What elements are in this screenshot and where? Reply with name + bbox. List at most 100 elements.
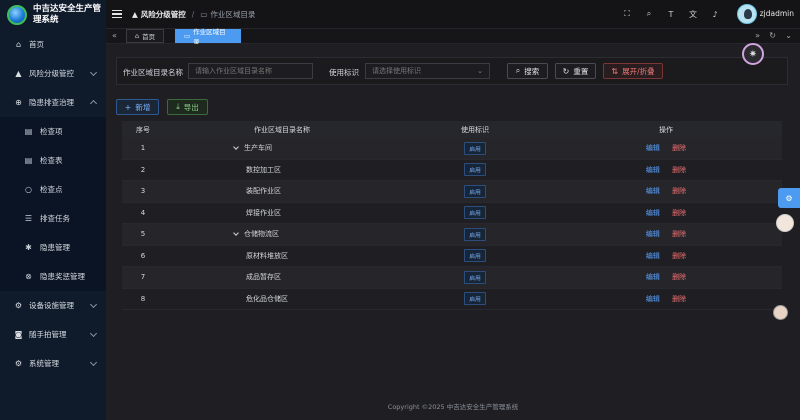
edit-link[interactable]: 编辑: [646, 209, 660, 217]
name-search-input[interactable]: 请输入作业区域目录名称: [188, 63, 313, 79]
hamburger-icon[interactable]: [112, 9, 122, 19]
delete-link[interactable]: 删除: [672, 295, 686, 303]
sidebar-item-hazard[interactable]: ⊕ 隐患排查治理: [0, 88, 106, 117]
sidebar-item-label: 设备设施管理: [29, 301, 74, 310]
font-size-icon[interactable]: T: [666, 9, 676, 19]
sidebar-item-label: 检查项: [40, 127, 63, 136]
gear-icon: ⚙: [14, 301, 23, 310]
edit-link[interactable]: 编辑: [646, 166, 660, 174]
sidebar: 中吉达安全生产管理系统 ⌂ 首页 ▲ 风险分级管控 ⊕ 隐患排查治理 ▤ 检查项…: [0, 0, 106, 420]
table-row[interactable]: 8 危化品仓储区 启用 编辑 删除: [122, 289, 782, 310]
logo[interactable]: 中吉达安全生产管理系统: [0, 0, 106, 30]
button-label: 新增: [135, 102, 151, 112]
edit-link[interactable]: 编辑: [646, 273, 660, 281]
flag-select[interactable]: 请选择使用标识 ⌄: [365, 63, 490, 79]
avatar[interactable]: [737, 4, 757, 24]
fullscreen-icon[interactable]: ⛶: [622, 9, 632, 19]
table-row[interactable]: 4 焊接作业区 启用 编辑 删除: [122, 203, 782, 224]
sidebar-menu: ⌂ 首页 ▲ 风险分级管控 ⊕ 隐患排查治理 ▤ 检查项 ▤ 检查表 ○ 检查点…: [0, 30, 106, 378]
camera-icon: ◙: [14, 330, 23, 339]
table-row[interactable]: 7 成品暂存区 启用 编辑 删除: [122, 267, 782, 289]
side-settings-icon[interactable]: ⚙: [778, 188, 800, 208]
username[interactable]: zjdadmin: [760, 9, 794, 18]
cell-name: 数控加工区: [164, 165, 400, 175]
search-icon[interactable]: ⌕: [644, 9, 654, 19]
status-badge: 启用: [464, 184, 486, 198]
delete-link[interactable]: 删除: [672, 230, 686, 238]
sidebar-subitem-check-table[interactable]: ▤ 检查表: [0, 146, 106, 175]
tabs-scroll-right-icon[interactable]: »: [755, 31, 760, 40]
chevron-down-icon[interactable]: [233, 230, 239, 237]
cell-name: 焊接作业区: [164, 208, 400, 218]
data-table: 序号 作业区域目录名称 使用标识 操作 1 生产车间 启用 编辑 删除 2 数控…: [122, 121, 782, 310]
plus-icon: +: [124, 102, 132, 112]
translate-icon[interactable]: 文: [688, 9, 698, 19]
table-row[interactable]: 6 原材料堆放区 启用 编辑 删除: [122, 246, 782, 267]
row-name-label: 生产车间: [244, 144, 272, 153]
cell-name: 装配作业区: [164, 186, 400, 196]
table-row[interactable]: 5 仓储物流区 启用 编辑 删除: [122, 224, 782, 246]
status-badge: 启用: [464, 249, 486, 263]
assistant-avatar[interactable]: [776, 214, 794, 232]
sidebar-item-equipment[interactable]: ⚙ 设备设施管理: [0, 291, 106, 320]
edit-link[interactable]: 编辑: [646, 230, 660, 238]
tab-label: 作业区域目录: [193, 28, 226, 46]
delete-link[interactable]: 删除: [672, 166, 686, 174]
sidebar-item-label: 随手拍管理: [29, 330, 67, 339]
asterisk-icon: ✱: [25, 243, 32, 252]
expand-collapse-button[interactable]: ⇅ 展开/折叠: [603, 63, 663, 79]
home-icon: ⌂: [135, 32, 140, 40]
edit-link[interactable]: 编辑: [646, 295, 660, 303]
refresh-icon[interactable]: ↻: [769, 31, 776, 40]
delete-link[interactable]: 删除: [672, 273, 686, 281]
delete-link[interactable]: 删除: [672, 144, 686, 152]
table-row[interactable]: 2 数控加工区 启用 编辑 删除: [122, 160, 782, 181]
tab-home[interactable]: ⌂ 首页: [126, 29, 165, 43]
add-button[interactable]: + 新增: [116, 99, 159, 115]
delete-link[interactable]: 删除: [672, 209, 686, 217]
sidebar-subitem-hazard-manage[interactable]: ✱ 隐患管理: [0, 233, 106, 262]
edit-link[interactable]: 编辑: [646, 187, 660, 195]
sidebar-subitem-reward[interactable]: ⊗ 隐患奖惩管理: [0, 262, 106, 291]
sidebar-item-system[interactable]: ⚙ 系统管理: [0, 349, 106, 378]
status-badge: 启用: [464, 141, 486, 155]
sidebar-item-label: 检查点: [40, 185, 63, 194]
tab-work-area-catalog[interactable]: ▭ 作业区域目录: [175, 28, 241, 46]
cell-name: 仓储物流区: [164, 229, 400, 239]
chevron-down-icon: [89, 358, 98, 367]
reset-button[interactable]: ↻ 重置: [555, 63, 596, 79]
chat-avatar[interactable]: [773, 305, 788, 320]
delete-link[interactable]: 删除: [672, 187, 686, 195]
row-name-label: 原材料堆放区: [246, 251, 288, 260]
folder-icon: ▭: [184, 32, 191, 40]
sidebar-subitem-check-item[interactable]: ▤ 检查项: [0, 117, 106, 146]
sidebar-item-risk-control[interactable]: ▲ 风险分级管控: [0, 59, 106, 88]
breadcrumb-item-risk[interactable]: ▲ 风险分级管控: [132, 9, 186, 20]
sidebar-item-home[interactable]: ⌂ 首页: [0, 30, 106, 59]
cell-flag: 启用: [400, 249, 550, 263]
delete-link[interactable]: 删除: [672, 252, 686, 260]
name-label: 作业区域目录名称: [123, 68, 183, 77]
chevron-down-icon[interactable]: ⌄: [785, 31, 792, 40]
search-button[interactable]: ⌕ 搜索: [507, 63, 548, 79]
status-badge: 启用: [464, 292, 486, 306]
chevron-down-icon[interactable]: [233, 144, 239, 151]
list-icon: ☰: [24, 214, 33, 223]
sidebar-item-snapshot[interactable]: ◙ 随手拍管理: [0, 320, 106, 349]
table-panel: + 新增 ⤓ 导出 序号 作业区域目录名称 使用标识 操作 1 生产车间 启用 …: [116, 93, 788, 315]
table-row[interactable]: 1 生产车间 启用 编辑 删除: [122, 138, 782, 160]
row-name-label: 危化品仓储区: [246, 294, 288, 303]
bell-icon[interactable]: ♪: [710, 9, 720, 19]
tabs-scroll-left-icon[interactable]: «: [112, 31, 117, 40]
tabs-bar: « ⌂ 首页 ▭ 作业区域目录 » ↻ ⌄: [106, 28, 800, 46]
sidebar-subitem-task[interactable]: ☰ 排查任务: [0, 204, 106, 233]
edit-link[interactable]: 编辑: [646, 252, 660, 260]
header-toolbar: ⛶ ⌕ T 文 ♪: [622, 9, 720, 19]
settings-fab-icon[interactable]: ✷: [742, 43, 764, 65]
cell-name: 原材料堆放区: [164, 251, 400, 261]
sidebar-item-label: 系统管理: [29, 359, 59, 368]
table-row[interactable]: 3 装配作业区 启用 编辑 删除: [122, 181, 782, 203]
edit-link[interactable]: 编辑: [646, 144, 660, 152]
sidebar-subitem-check-point[interactable]: ○ 检查点: [0, 175, 106, 204]
export-button[interactable]: ⤓ 导出: [167, 99, 208, 115]
